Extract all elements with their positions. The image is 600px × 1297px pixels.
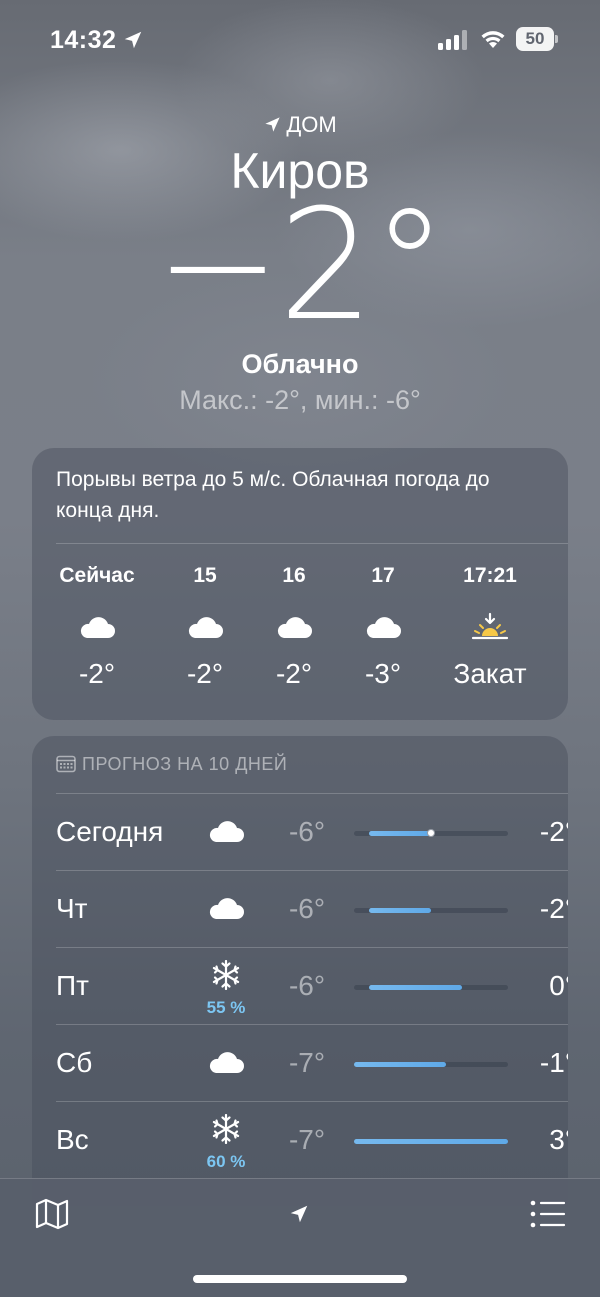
hour-temp: -3° <box>364 658 402 689</box>
daily-forecast-card[interactable]: ПРОГНОЗ НА 10 ДНЕЙ Сегодня -6° -2° Чт -6… <box>32 736 568 1206</box>
home-label: ДОМ <box>286 112 337 137</box>
home-indicator[interactable] <box>193 1275 407 1283</box>
hourly-forecast-card[interactable]: Порывы ветра до 5 м/с. Облачная погода д… <box>32 448 568 720</box>
day-name: Вс <box>56 1124 89 1155</box>
day-low: -7° <box>288 1047 326 1078</box>
temperature-range-fill <box>369 985 462 990</box>
battery-level: 50 <box>525 29 545 48</box>
day-high: -2° <box>539 893 568 924</box>
snowflake-icon <box>212 960 240 990</box>
day-row[interactable]: Пт 55 % -6° 0° <box>56 947 568 1024</box>
hour-temp: -2° <box>186 658 224 689</box>
map-icon[interactable] <box>34 1197 70 1231</box>
hour-temp: -2° <box>275 658 313 689</box>
snowflake-icon <box>212 1114 240 1144</box>
hour-time: 16 <box>282 564 306 587</box>
bottom-toolbar <box>0 1178 600 1297</box>
cloud-icon <box>209 821 244 842</box>
hour-time: 17 <box>371 564 395 587</box>
hour-time: 17:21 <box>463 564 517 587</box>
day-name: Сб <box>56 1047 93 1078</box>
temperature-range-bar <box>354 908 508 913</box>
day-high: 3° <box>549 1124 568 1155</box>
wifi-icon <box>481 31 505 48</box>
day-row[interactable]: Сб -7° -1° <box>56 1024 568 1101</box>
hour-time: Сейчас <box>59 564 135 587</box>
temperature-range-fill <box>354 1139 508 1144</box>
hour-time: 15 <box>193 564 217 587</box>
cellular-signal-icon <box>438 30 467 50</box>
current-temp-dot <box>427 829 435 837</box>
day-low: -6° <box>288 970 326 1001</box>
sunset-icon <box>471 612 509 640</box>
hour-item: Сейчас -2° <box>52 564 142 690</box>
location-arrow-icon <box>265 117 280 132</box>
forecast-summary: Порывы ветра до 5 м/с. Облачная погода д… <box>56 468 490 522</box>
cloud-icon <box>188 617 223 638</box>
temperature-range-bar <box>354 985 508 990</box>
hour-temp: -2° <box>78 658 116 689</box>
daily-header-label: ПРОГНОЗ НА 10 ДНЕЙ <box>82 754 288 774</box>
hour-item: 17 -3° <box>338 564 428 690</box>
status-time: 14:32 <box>50 26 117 54</box>
precip-chance: 55 % <box>206 998 246 1017</box>
day-low: -7° <box>288 1124 326 1155</box>
day-name: Чт <box>56 893 88 924</box>
current-condition: Облачно <box>241 349 359 379</box>
temperature-range-bar <box>354 1139 508 1144</box>
temperature-range-bar <box>354 1062 508 1067</box>
home-location-label: ДОМ <box>0 112 600 138</box>
precip-chance: 60 % <box>206 1152 246 1171</box>
day-low: -6° <box>288 816 326 847</box>
status-bar: 14:32 50 <box>0 0 600 80</box>
cloud-icon <box>366 617 401 638</box>
cloud-icon <box>277 617 312 638</box>
sunset-label: Закат <box>453 658 527 689</box>
daily-forecast-header: ПРОГНОЗ НА 10 ДНЕЙ <box>56 754 287 775</box>
list-icon[interactable] <box>530 1199 566 1229</box>
temperature-range: Макс.: -2°, мин.: -6° <box>179 385 421 415</box>
temperature-range-fill <box>354 1062 447 1067</box>
hour-item: 16 -2° <box>249 564 339 690</box>
temperature-range-fill <box>369 831 431 836</box>
temperature-range-fill <box>369 908 431 913</box>
day-high: 0° <box>549 970 568 1001</box>
day-row[interactable]: Сегодня -6° -2° <box>56 793 568 870</box>
temperature-range-bar <box>354 829 508 837</box>
battery-icon: 50 <box>516 27 558 51</box>
cloud-icon <box>209 1052 244 1073</box>
cloud-icon <box>80 617 115 638</box>
day-low: -6° <box>288 893 326 924</box>
day-row[interactable]: Вс 60 % -7° 3° <box>56 1101 568 1178</box>
divider <box>56 543 568 544</box>
cloud-icon <box>209 898 244 919</box>
location-arrow-icon[interactable] <box>288 1203 310 1225</box>
current-temperature: −2° <box>154 177 447 355</box>
day-high: -2° <box>539 816 568 847</box>
day-name: Пт <box>56 970 89 1001</box>
hour-item: 15 -2° <box>160 564 250 690</box>
day-name: Сегодня <box>56 816 164 847</box>
day-high: -1° <box>539 1047 568 1078</box>
hour-item: 17:21 Закат <box>445 564 535 690</box>
location-arrow-icon <box>124 31 142 49</box>
calendar-icon <box>56 755 76 773</box>
day-row[interactable]: Чт -6° -2° <box>56 870 568 947</box>
